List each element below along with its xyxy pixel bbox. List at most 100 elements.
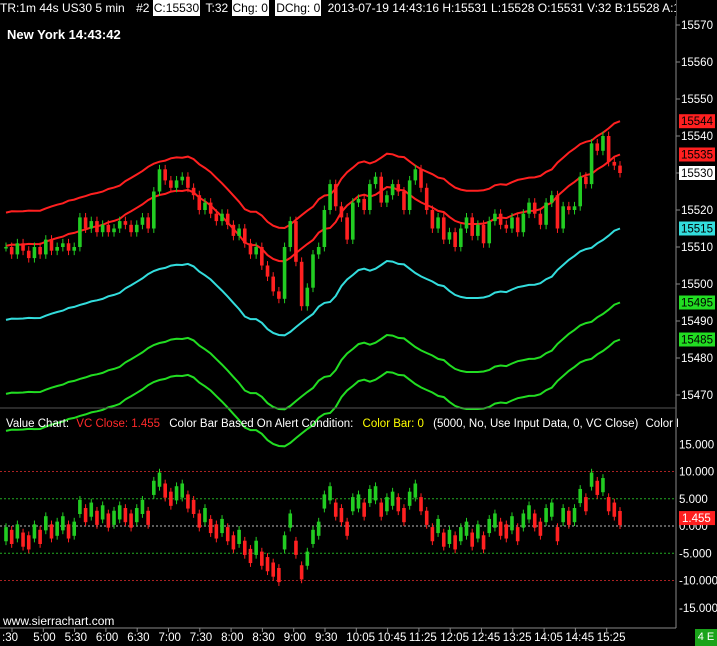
value-bar (254, 540, 258, 555)
candle-body (538, 213, 543, 225)
candle-body (572, 206, 577, 210)
candle-body (146, 217, 150, 229)
value-bar (567, 510, 571, 525)
candle-body (191, 187, 196, 196)
candle-body (606, 136, 611, 162)
candle-body (89, 221, 94, 229)
value-bar (413, 483, 418, 498)
value-bar (26, 535, 31, 550)
value-bar (305, 551, 310, 566)
price-tag-label: 15485 (681, 335, 713, 347)
candle-body (225, 213, 230, 225)
candle-body (43, 239, 48, 255)
candle-body (152, 191, 156, 229)
value-bar (123, 508, 128, 523)
time-tick-label: 8:00 (221, 632, 243, 644)
value-bar (333, 502, 338, 517)
candle-body (521, 213, 526, 233)
candle-body (203, 202, 207, 210)
time-tick-label: 6:00 (96, 632, 118, 644)
candle-body (157, 169, 162, 192)
candle-body (567, 206, 571, 210)
candle-body (436, 217, 440, 229)
candle-body (260, 247, 264, 266)
watermark: www.sierrachart.com (3, 614, 115, 628)
value-bar (237, 529, 241, 544)
candle-body (112, 228, 116, 233)
candle-body (282, 247, 287, 299)
value-bar (385, 497, 389, 512)
value-bar (61, 516, 65, 531)
price-tick-label: 15560 (681, 57, 713, 69)
value-bar (527, 505, 531, 520)
candle-body (561, 206, 565, 229)
time-tick-label: 10:45 (378, 632, 407, 644)
price-tag-label: 15535 (681, 150, 713, 162)
price-tick-label: 15520 (681, 205, 713, 217)
close-value-box: C:15530 (152, 0, 201, 16)
bar-ohlc-info: 2013-07-19 14:43:16 H:15531 L:15528 O:15… (327, 1, 676, 15)
candle-body (379, 176, 384, 203)
value-bar (572, 508, 577, 523)
candle-body (618, 165, 622, 173)
time-tick-label: 10:05 (346, 632, 375, 644)
candle-body (288, 221, 293, 247)
candle-body (498, 213, 503, 225)
candle-body (430, 210, 435, 229)
chart-canvas[interactable]: 15570 15560 15550 15540 15530 15520 15510 15500… (0, 0, 717, 646)
value-bar (441, 532, 446, 547)
time-tick-label: 13:25 (503, 632, 532, 644)
candle-body (322, 210, 327, 247)
value-bar (578, 488, 583, 504)
value-bar (424, 510, 429, 525)
value-bar (544, 508, 548, 523)
value-bar (430, 527, 435, 542)
lower-band-outer (5, 338, 621, 448)
value-bar (538, 521, 543, 536)
value-bar (129, 513, 133, 528)
axes: 15570 15560 15550 15540 15530 15520 15510 15500… (0, 0, 717, 646)
candle-body (4, 247, 8, 249)
daily-change-box: DChg: 0 (275, 0, 322, 16)
value-bar (390, 491, 395, 506)
candle-body (612, 161, 617, 166)
candle-body (333, 184, 338, 207)
candle-body (32, 247, 37, 259)
candle-body (316, 247, 321, 255)
time-tick-label: 14:05 (534, 632, 563, 644)
price-tick-label: 15540 (681, 131, 713, 143)
candle-body (453, 232, 457, 247)
candle-body (237, 228, 241, 236)
value-bar (407, 491, 412, 506)
price-tick-label: 15550 (681, 94, 713, 106)
candle-body (584, 176, 588, 185)
candle-body (464, 217, 469, 229)
change-box: Chg: 0 (231, 0, 269, 16)
time-tick-label: 14:45 (565, 632, 594, 644)
candle-body (476, 224, 480, 236)
candle-body (299, 261, 304, 307)
candle-body (100, 224, 105, 233)
value-bar (214, 524, 219, 539)
corner-button[interactable]: 4 E (695, 629, 717, 646)
value-bar (356, 494, 361, 509)
candle-body (174, 180, 179, 188)
candle-body (220, 213, 224, 222)
value-bar (311, 529, 315, 544)
candle-body (163, 169, 167, 181)
candle-body (9, 247, 14, 255)
value-bar (21, 532, 25, 547)
value-bar (453, 535, 457, 550)
time-tick-label: 12:45 (472, 632, 501, 644)
price-tag-label: 15530 (681, 168, 713, 180)
candle-body (242, 228, 247, 244)
candle-body (595, 143, 600, 151)
candle-body (311, 254, 315, 288)
candle-body (532, 202, 537, 214)
value-bar (584, 497, 588, 512)
value-bar (589, 472, 594, 487)
value-bar (555, 527, 560, 542)
time-tick-label: 5:30 (65, 632, 87, 644)
value-bar (504, 524, 509, 539)
value-bar (447, 529, 452, 544)
